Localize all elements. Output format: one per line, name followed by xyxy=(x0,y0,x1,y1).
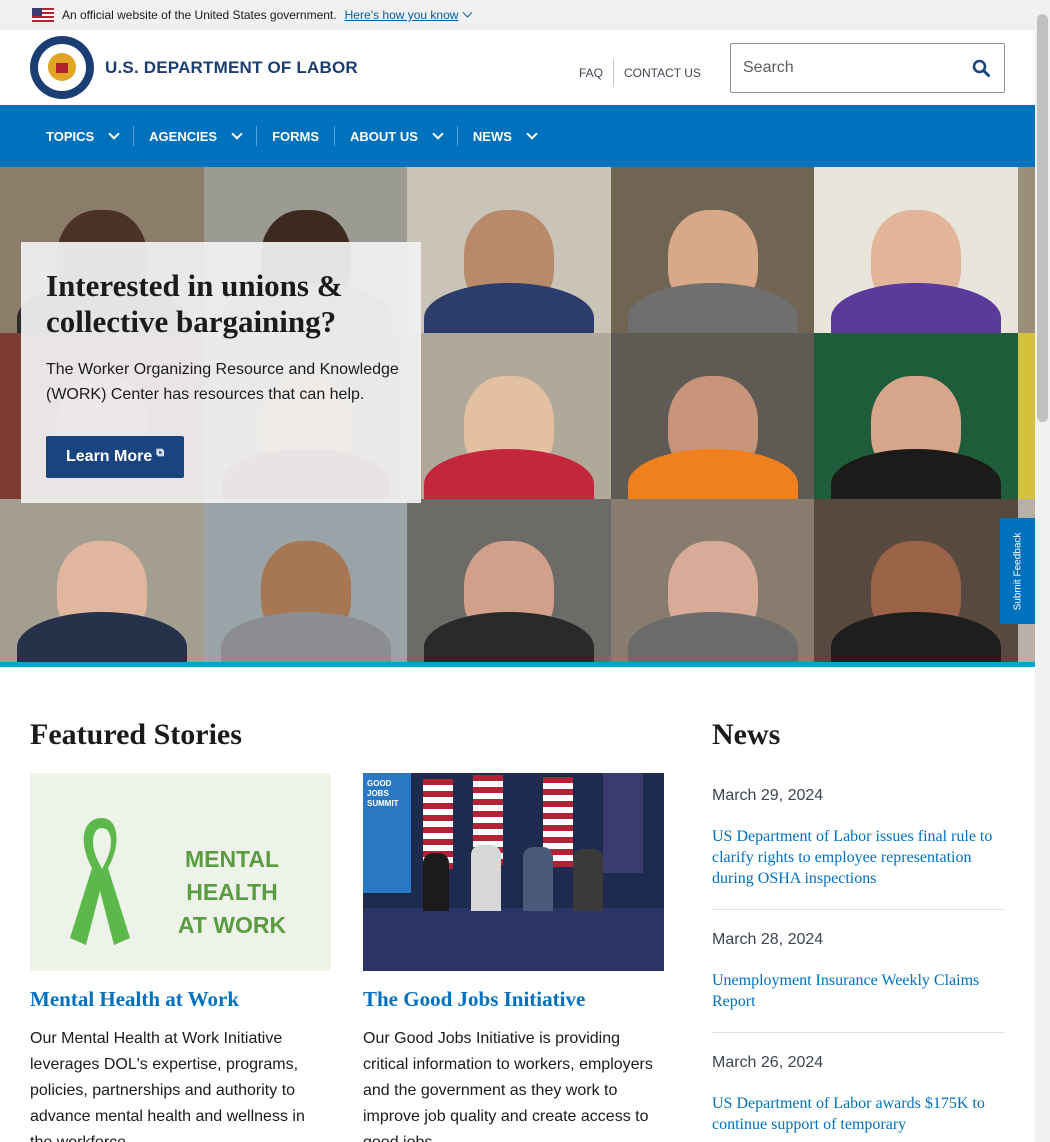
nav-label: TOPICS xyxy=(46,128,95,144)
good-jobs-link[interactable]: The Good Jobs Initiative xyxy=(363,987,664,1012)
nav-forms[interactable]: FORMS xyxy=(257,105,334,167)
nav-label: AGENCIES xyxy=(149,128,218,144)
good-jobs-summit-image[interactable]: GOOD JOBS SUMMIT xyxy=(363,773,664,971)
hero-accent-bar xyxy=(0,662,1035,667)
news-link[interactable]: US Department of Labor issues final rule… xyxy=(712,826,1005,889)
photo-tile xyxy=(0,499,204,662)
gov-banner: An official website of the United States… xyxy=(0,0,1035,30)
hero-banner: Interested in unions & collective bargai… xyxy=(0,167,1035,662)
card-description: Our Mental Health at Work Initiative lev… xyxy=(30,1030,305,1142)
gov-banner-text: An official website of the United States… xyxy=(62,8,337,22)
learn-more-button[interactable]: Learn More ⧉ xyxy=(46,436,185,478)
dol-seal-logo[interactable] xyxy=(30,36,94,99)
card-description: Our Good Jobs Initiative is providing cr… xyxy=(363,1030,653,1142)
submit-feedback-tab[interactable]: Submit Feedback xyxy=(1000,518,1035,624)
hero-body-text: The Worker Organizing Resource and Knowl… xyxy=(46,361,399,403)
nav-news[interactable]: NEWS xyxy=(458,105,551,167)
news-heading: News xyxy=(712,718,781,751)
news-item: March 29, 2024 US Department of Labor is… xyxy=(712,786,1005,910)
news-date: March 28, 2024 xyxy=(712,931,824,948)
search-icon[interactable] xyxy=(972,59,990,77)
search-input[interactable] xyxy=(731,44,956,92)
chevron-down-icon xyxy=(526,128,538,140)
feedback-label: Submit Feedback xyxy=(1012,532,1024,610)
hero-callout-card: Interested in unions & collective bargai… xyxy=(21,242,421,503)
chevron-down-icon xyxy=(108,128,120,140)
summit-text-2: JOBS SUMMIT xyxy=(367,789,399,808)
faq-link[interactable]: FAQ xyxy=(569,66,613,80)
photo-tile xyxy=(611,333,814,499)
contact-us-link[interactable]: CONTACT US xyxy=(614,66,711,80)
image-text-line-2: AT WORK xyxy=(177,912,287,938)
mental-health-link[interactable]: Mental Health at Work xyxy=(30,987,331,1012)
news-link[interactable]: Unemployment Insurance Weekly Claims Rep… xyxy=(712,970,1005,1012)
search-box xyxy=(730,43,1005,93)
story-card-good-jobs: GOOD JOBS SUMMIT The Good Jobs Initiativ… xyxy=(363,773,664,1142)
news-date: March 26, 2024 xyxy=(712,1054,824,1071)
photo-tile xyxy=(814,333,1018,499)
news-item: March 28, 2024 Unemployment Insurance We… xyxy=(712,930,1005,1033)
heres-how-you-know-link[interactable]: Here’s how you know xyxy=(345,8,459,22)
chevron-down-icon xyxy=(432,128,444,140)
learn-more-label: Learn More xyxy=(66,448,153,465)
news-item: March 26, 2024 US Department of Labor aw… xyxy=(712,1053,1005,1142)
nav-label: ABOUT US xyxy=(350,128,418,144)
scrollbar-thumb[interactable] xyxy=(1037,14,1048,422)
summit-text-1: GOOD xyxy=(367,779,392,788)
photo-tile xyxy=(1018,167,1035,333)
photo-tile xyxy=(814,167,1018,333)
site-title[interactable]: U.S. DEPARTMENT OF LABOR xyxy=(105,58,358,78)
nav-about-us[interactable]: ABOUT US xyxy=(335,105,457,167)
page-scrollbar[interactable] xyxy=(1035,0,1050,1142)
nav-label: NEWS xyxy=(472,128,512,144)
mental-health-image[interactable]: MENTAL HEALTH AT WORK xyxy=(30,773,331,971)
utility-links: FAQ CONTACT US xyxy=(569,59,711,87)
photo-tile xyxy=(611,499,814,662)
us-flag-icon xyxy=(32,8,54,22)
site-header: U.S. DEPARTMENT OF LABOR FAQ CONTACT US xyxy=(0,30,1035,105)
nav-label: FORMS xyxy=(272,128,320,144)
photo-tile xyxy=(407,499,611,662)
image-text-line-1: MENTAL HEALTH xyxy=(184,846,280,905)
photo-tile xyxy=(407,167,611,333)
news-date: March 29, 2024 xyxy=(712,787,824,804)
news-link[interactable]: US Department of Labor awards $175K to c… xyxy=(712,1093,1005,1135)
photo-tile xyxy=(1018,333,1035,499)
photo-tile xyxy=(204,499,407,662)
chevron-down-icon xyxy=(231,128,243,140)
nav-topics[interactable]: TOPICS xyxy=(31,105,133,167)
nav-agencies[interactable]: AGENCIES xyxy=(134,105,256,167)
photo-tile xyxy=(814,499,1018,662)
story-card-mental-health: MENTAL HEALTH AT WORK Mental Health at W… xyxy=(30,773,331,1142)
featured-stories-heading: Featured Stories xyxy=(30,718,242,751)
summit-banner: GOOD JOBS SUMMIT xyxy=(363,773,411,893)
main-nav: TOPICS AGENCIES FORMS ABOUT US NEWS xyxy=(0,105,1035,167)
chevron-down-icon[interactable] xyxy=(463,7,473,18)
external-link-icon: ⧉ xyxy=(156,446,165,459)
hero-title: Interested in unions & collective bargai… xyxy=(46,268,343,339)
news-list: March 29, 2024 US Department of Labor is… xyxy=(712,786,1005,1142)
photo-tile xyxy=(611,167,814,333)
photo-tile xyxy=(407,333,611,499)
